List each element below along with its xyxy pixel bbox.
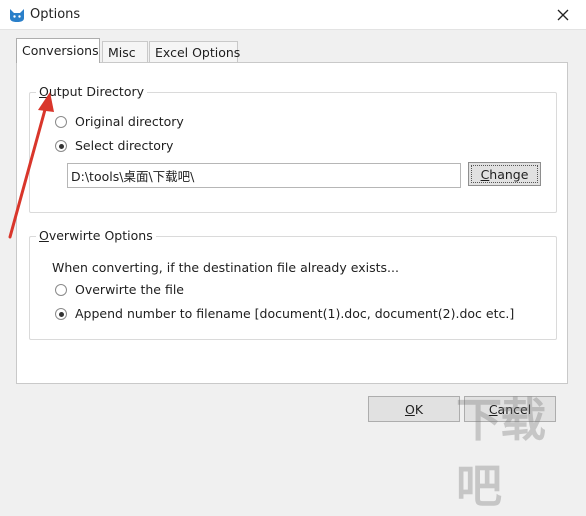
watermark-logo: 下载吧 [456, 393, 546, 513]
tab-conversions[interactable]: Conversions [16, 38, 100, 63]
annotation-arrow-icon [8, 92, 54, 239]
